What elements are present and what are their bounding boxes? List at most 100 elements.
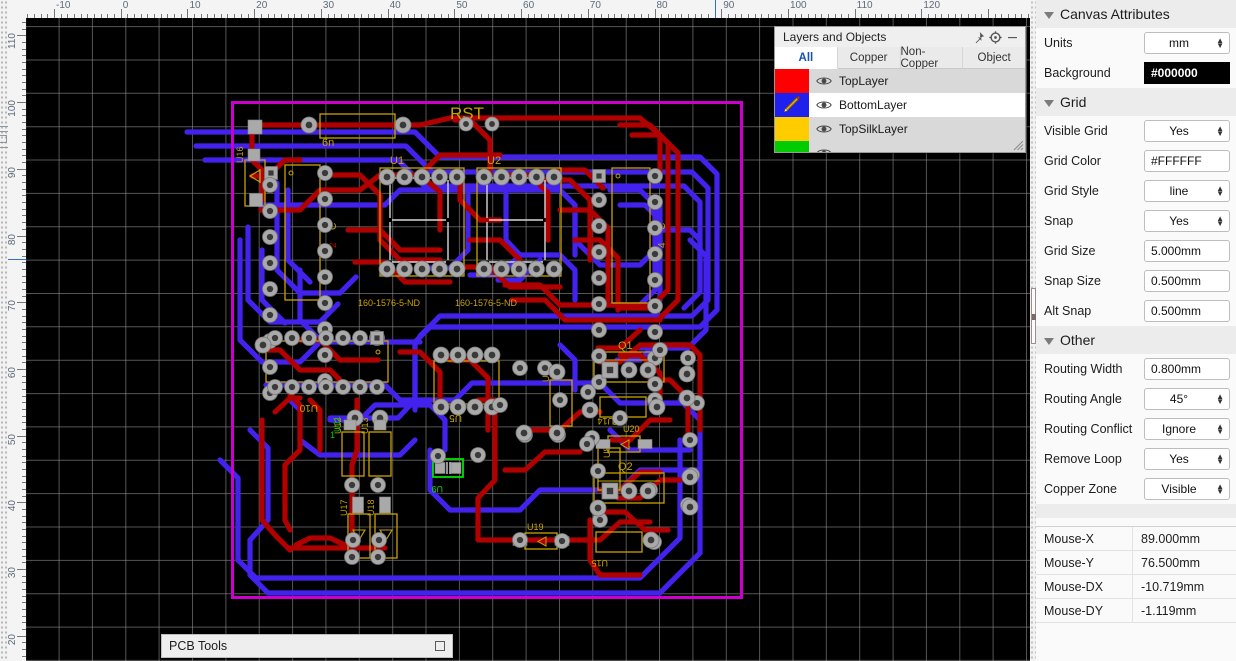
layer-color-swatch[interactable] — [775, 69, 809, 93]
spinner-arrows-icon[interactable]: ▲ ▼ — [1216, 423, 1224, 436]
drill-hole — [583, 440, 591, 448]
property-value: #000000 — [1151, 66, 1198, 80]
layer-color-swatch[interactable] — [775, 93, 809, 117]
drill-hole — [453, 265, 461, 273]
input-alt-snap[interactable]: 0.500mm — [1144, 300, 1230, 322]
input-grid-size[interactable]: 5.000mm — [1144, 240, 1230, 262]
eye-icon[interactable] — [809, 123, 839, 135]
input-grid-color[interactable]: #FFFFFF — [1144, 150, 1230, 172]
mouse-coord-key: Mouse-DX — [1044, 579, 1104, 594]
vertical-ruler[interactable]: 110 100 90 80 70 60 50 40 30 20 — [8, 18, 26, 661]
left-panel-splitter[interactable] — [0, 0, 11, 661]
spinner-arrows-icon[interactable]: ▲ ▼ — [1216, 37, 1224, 50]
layer-row[interactable]: TopSilkLayer — [775, 117, 1025, 141]
ruler-label: 50 — [456, 0, 468, 11]
drill-hole — [595, 222, 603, 230]
select-grid-style[interactable]: line ▲ ▼ — [1144, 180, 1230, 202]
canvas-attributes-panel[interactable]: Canvas Attributes Units mm ▲ ▼ Background #000… — [1036, 0, 1236, 661]
layers-panel-titlebar[interactable]: Layers and Objects — [775, 27, 1025, 47]
drill-hole — [594, 504, 602, 512]
spinner-arrows-icon[interactable]: ▲ ▼ — [1216, 393, 1224, 406]
select-routing-angle[interactable]: 45° ▲ ▼ — [1144, 388, 1230, 410]
panel-divider — [1036, 504, 1236, 518]
property-label: Routing Width — [1044, 362, 1123, 376]
horizontal-ruler[interactable]: -10 0 10 20 30 40 50 60 70 80 90 100 110 120 — [26, 0, 1030, 18]
property-label: Units — [1044, 36, 1073, 50]
drill-hole — [471, 403, 479, 411]
smd-pad — [247, 148, 261, 162]
section-title: Grid — [1060, 94, 1087, 110]
drill-hole — [266, 181, 274, 189]
layers-and-objects-panel[interactable]: Layers and Objects All Copper Non-Copper Ob… — [774, 26, 1026, 153]
section-header-grid[interactable]: Grid — [1036, 88, 1236, 116]
drill-hole — [550, 265, 558, 273]
gear-icon[interactable] — [987, 29, 1004, 45]
spinner-arrows-icon[interactable]: ▲ ▼ — [1216, 483, 1224, 496]
select-units[interactable]: mm ▲ ▼ — [1144, 32, 1230, 54]
layer-row[interactable]: BottomLayer — [775, 93, 1025, 117]
drill-hole — [686, 473, 694, 481]
property-label: Alt Snap — [1044, 304, 1092, 318]
ruler-label: 0 — [122, 0, 129, 11]
drill-hole — [533, 173, 540, 181]
drill-hole — [498, 265, 505, 273]
select-copper-zone[interactable]: Visible ▲ ▼ — [1144, 478, 1230, 500]
silkscreen-text: U18 — [366, 499, 376, 516]
drill-hole — [651, 302, 659, 310]
drill-hole — [399, 121, 407, 129]
section-header-canvas-attributes[interactable]: Canvas Attributes — [1036, 0, 1236, 28]
layer-color-swatch[interactable] — [775, 117, 809, 141]
property-row: Routing Width 0.800mm — [1036, 354, 1236, 384]
spinner-arrows-icon[interactable]: ▲ ▼ — [1216, 125, 1224, 138]
drill-hole — [651, 250, 659, 258]
layers-tab-copper[interactable]: Copper — [837, 47, 901, 68]
drill-hole — [383, 173, 391, 181]
spinner-arrows-icon[interactable]: ▲ ▼ — [1216, 185, 1224, 198]
drill-hole — [516, 364, 524, 372]
layers-panel-tabs[interactable]: All Copper Non-Copper Object — [775, 46, 1025, 70]
layers-tab-non-copper[interactable]: Non-Copper — [900, 46, 964, 70]
drill-hole — [496, 401, 504, 409]
input-snap-size[interactable]: 0.500mm — [1144, 270, 1230, 292]
property-value: 5.000mm — [1151, 244, 1202, 258]
layers-list[interactable]: TopLayer BottomLayer TopSilkLayer — [775, 69, 1025, 152]
layer-color-swatch[interactable] — [775, 141, 809, 152]
panel-resize-grip-icon[interactable] — [1011, 138, 1024, 151]
smd-pad — [352, 496, 364, 514]
layer-row[interactable] — [775, 141, 1025, 152]
drill-hole — [616, 414, 624, 422]
eye-icon[interactable] — [809, 147, 839, 152]
ruler-tick — [17, 102, 26, 104]
pcb-tools-bar[interactable]: PCB Tools — [161, 634, 453, 658]
ruler-label: 80 — [656, 0, 668, 11]
layer-row[interactable]: TopLayer — [775, 69, 1025, 93]
maximize-icon[interactable] — [435, 641, 445, 651]
pin-icon[interactable] — [970, 29, 987, 45]
select-visible-grid[interactable]: Yes ▲ ▼ — [1144, 120, 1230, 142]
drill-hole — [594, 467, 602, 475]
eye-icon[interactable] — [809, 99, 839, 111]
eye-icon[interactable] — [809, 75, 839, 87]
minimize-icon[interactable] — [1004, 29, 1021, 45]
left-splitter-grip-icon[interactable] — [0, 122, 11, 160]
ruler-tick — [17, 168, 26, 170]
layers-tab-object[interactable]: Object — [963, 47, 1025, 68]
select-remove-loop[interactable]: Yes ▲ ▼ — [1144, 448, 1230, 470]
spinner-arrows-icon[interactable]: ▲ ▼ — [1216, 215, 1224, 228]
section-title: Other — [1060, 332, 1096, 348]
ruler-label: 20 — [8, 633, 18, 645]
top-trace — [282, 497, 293, 533]
section-header-other[interactable]: Other — [1036, 326, 1236, 354]
select-snap[interactable]: Yes ▲ ▼ — [1144, 210, 1230, 232]
input-routing-width[interactable]: 0.800mm — [1144, 358, 1230, 380]
drill-hole — [625, 366, 633, 374]
ruler-label: 100 — [789, 0, 807, 11]
input-background[interactable]: #000000 — [1144, 62, 1230, 84]
layers-tab-all[interactable]: All — [775, 47, 838, 69]
mouse-coordinates-table: Mouse-X 89.000mm Mouse-Y 76.500mm Mouse-DX -1… — [1036, 526, 1236, 623]
property-value: Yes — [1169, 214, 1189, 228]
spinner-arrows-icon[interactable]: ▲ ▼ — [1216, 453, 1224, 466]
select-routing-conflict[interactable]: Ignore ▲ ▼ — [1144, 418, 1230, 440]
drill-hole — [401, 173, 408, 181]
drill-hole — [586, 406, 594, 414]
